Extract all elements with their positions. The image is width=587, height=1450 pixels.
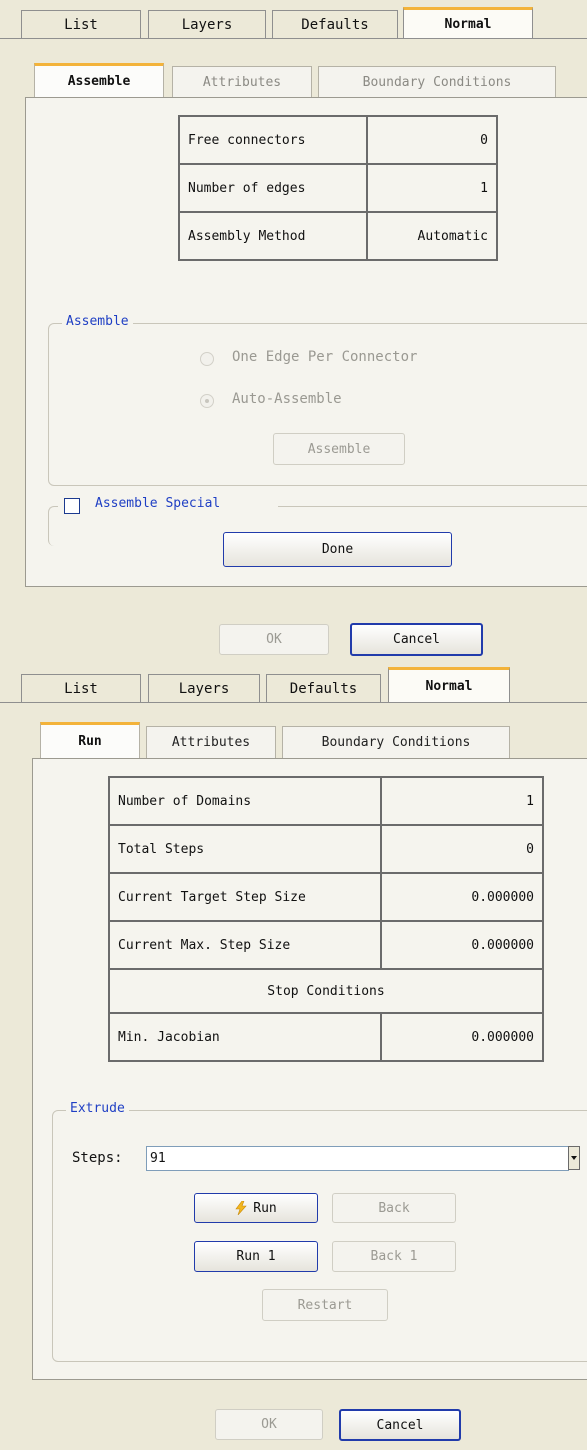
table-cell-value: 1 (366, 163, 498, 213)
chevron-down-icon[interactable] (568, 1146, 580, 1170)
tab-defaults[interactable]: Defaults (272, 10, 398, 38)
table-row: Number of edges 1 (178, 163, 498, 213)
table-cell-value: 0.000000 (380, 872, 544, 922)
assemble-special-checkbox[interactable] (64, 498, 80, 514)
table-row: Total Steps 0 (108, 824, 544, 874)
tab-attributes[interactable]: Attributes (146, 726, 276, 758)
tab-attributes[interactable]: Attributes (172, 66, 312, 97)
table-cell-label: Current Target Step Size (108, 872, 382, 922)
table-cell-value: 1 (380, 776, 544, 826)
steps-input[interactable]: 91 (146, 1146, 569, 1171)
run-info-table: Number of Domains 1 Total Steps 0 Curren… (108, 776, 544, 1062)
table-row: Stop Conditions (108, 968, 544, 1014)
table-cell-value: 0 (366, 115, 498, 165)
radio-auto-assemble-label: Auto-Assemble (232, 391, 342, 407)
ok-button[interactable]: OK (215, 1409, 323, 1440)
table-cell-value: 0 (380, 824, 544, 874)
tab-list[interactable]: List (21, 10, 141, 38)
tab-assemble[interactable]: Assemble (34, 63, 164, 97)
restart-button[interactable]: Restart (262, 1289, 388, 1321)
tab-defaults[interactable]: Defaults (266, 674, 381, 702)
table-cell-label: Number of edges (178, 163, 368, 213)
table-row: Number of Domains 1 (108, 776, 544, 826)
assembly-info-table: Free connectors 0 Number of edges 1 Asse… (178, 115, 498, 261)
table-row: Current Target Step Size 0.000000 (108, 872, 544, 922)
table-row: Assembly Method Automatic (178, 211, 498, 261)
run-button-label: Run (253, 1200, 277, 1216)
table-cell-value: Automatic (366, 211, 498, 261)
assemble-special-label: Assemble Special (91, 496, 225, 511)
table-cell-label: Current Max. Step Size (108, 920, 382, 970)
back-1-button[interactable]: Back 1 (332, 1241, 456, 1272)
radio-one-edge-label: One Edge Per Connector (232, 349, 418, 365)
done-button[interactable]: Done (223, 532, 452, 567)
radio-auto-assemble[interactable] (200, 394, 214, 408)
tab-layers[interactable]: Layers (148, 10, 266, 38)
extrude-group-legend: Extrude (66, 1101, 129, 1116)
table-cell-label: Total Steps (108, 824, 382, 874)
tab-normal[interactable]: Normal (403, 7, 533, 38)
tab-run[interactable]: Run (40, 722, 140, 758)
table-cell-value: 0.000000 (380, 1012, 544, 1062)
lightning-icon (235, 1201, 247, 1215)
table-cell-label: Min. Jacobian (108, 1012, 382, 1062)
tab-content-border (0, 38, 587, 39)
ok-button[interactable]: OK (219, 624, 329, 655)
cancel-button[interactable]: Cancel (339, 1409, 461, 1441)
table-cell-value: 0.000000 (380, 920, 544, 970)
tab-boundary-conditions[interactable]: Boundary Conditions (282, 726, 510, 758)
tab-list[interactable]: List (21, 674, 141, 702)
tab-normal[interactable]: Normal (388, 667, 510, 702)
tab-layers[interactable]: Layers (148, 674, 260, 702)
table-cell-label: Number of Domains (108, 776, 382, 826)
steps-label: Steps: (72, 1150, 123, 1166)
table-cell-label: Assembly Method (178, 211, 368, 261)
stop-conditions-header: Stop Conditions (108, 968, 544, 1014)
table-row: Free connectors 0 (178, 115, 498, 165)
assemble-group-legend: Assemble (62, 314, 133, 329)
table-row: Min. Jacobian 0.000000 (108, 1012, 544, 1062)
table-row: Current Max. Step Size 0.000000 (108, 920, 544, 970)
tab-boundary-conditions[interactable]: Boundary Conditions (318, 66, 556, 97)
run-1-button[interactable]: Run 1 (194, 1241, 318, 1272)
assemble-button[interactable]: Assemble (273, 433, 405, 465)
run-button[interactable]: Run (194, 1193, 318, 1223)
radio-one-edge[interactable] (200, 352, 214, 366)
tab-content-border (0, 702, 587, 703)
back-button[interactable]: Back (332, 1193, 456, 1223)
table-cell-label: Free connectors (178, 115, 368, 165)
cancel-button[interactable]: Cancel (350, 623, 483, 656)
